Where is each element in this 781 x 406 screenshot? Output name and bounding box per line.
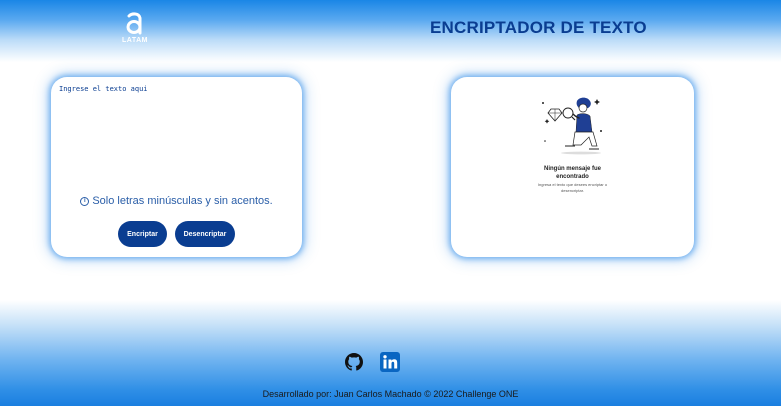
linkedin-link[interactable]	[380, 352, 400, 372]
search-person-illustration	[542, 97, 602, 155]
encrypt-button[interactable]: Encriptar	[118, 221, 167, 247]
input-hint: i Solo letras minúsculas y sin acentos.	[51, 195, 302, 207]
github-link[interactable]	[344, 352, 364, 372]
info-icon: i	[80, 196, 90, 206]
empty-message-title: Ningún mensaje fue encontrado	[543, 166, 601, 180]
decrypt-button[interactable]: Desencriptar	[175, 221, 235, 247]
empty-message-description: Ingresa el texto que desees encriptar o …	[537, 182, 608, 193]
input-card: i Solo letras minúsculas y sin acentos. …	[51, 77, 302, 257]
logo-text: LATAM	[122, 37, 148, 44]
page-title: ENCRIPTADOR DE TEXTO	[430, 18, 647, 37]
output-card: Ningún mensaje fue encontrado Ingresa el…	[451, 77, 694, 257]
linkedin-icon	[380, 352, 400, 372]
hint-text: Solo letras minúsculas y sin acentos.	[92, 195, 273, 207]
alura-logo-icon	[126, 12, 142, 35]
github-icon	[345, 353, 363, 371]
text-input[interactable]	[59, 85, 293, 180]
alura-logo: LATAM	[115, 12, 155, 46]
footer-credit: Desarrollado por: Juan Carlos Machado © …	[262, 389, 519, 399]
